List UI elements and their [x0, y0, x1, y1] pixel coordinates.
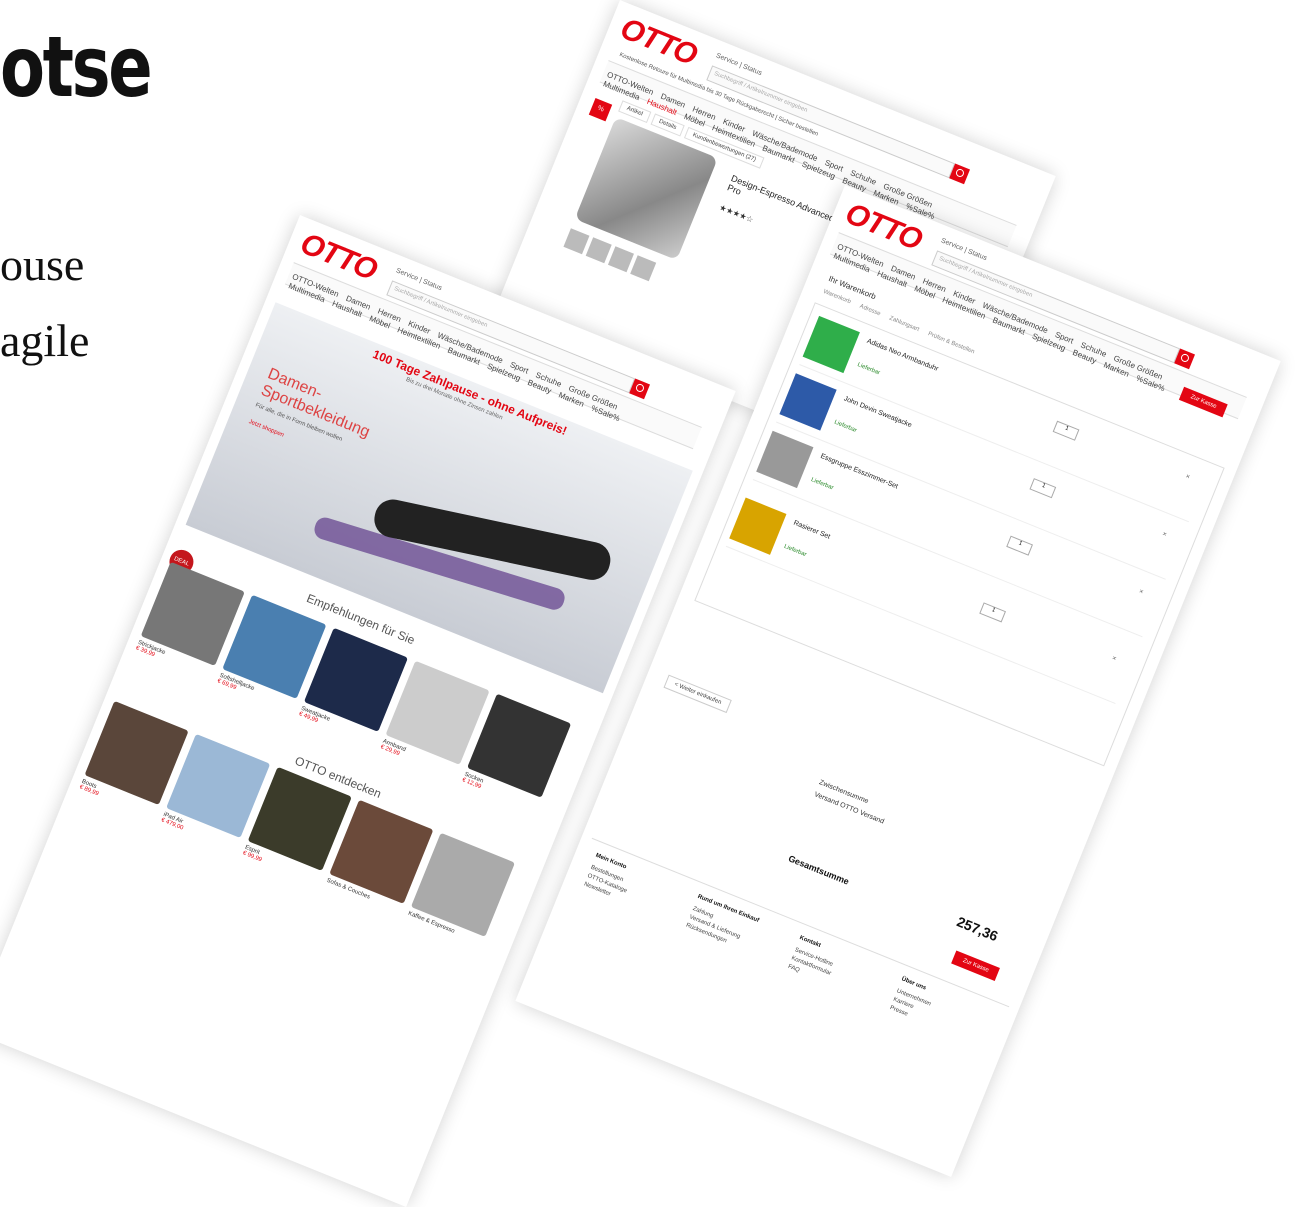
quantity-select[interactable]: 1: [1029, 478, 1057, 499]
step-payment: Zahlungsart: [888, 315, 920, 334]
quantity-select[interactable]: 1: [1052, 420, 1080, 441]
rating-stars: ★★★★☆: [718, 202, 755, 225]
total-label: Gesamtsumme: [786, 853, 851, 887]
screenshot-collage: OTTO Service | Status Suchbegriff / Arti…: [0, 0, 1295, 1207]
total-value: 257,36: [954, 913, 1001, 945]
item-stock: Lieferbar: [783, 543, 808, 559]
item-image[interactable]: [802, 315, 860, 374]
footer-column: Rund um Ihren Einkauf Zahlung Versand & …: [684, 893, 782, 964]
nav-item[interactable]: Möbel: [913, 284, 937, 301]
nav-item[interactable]: %Sale%: [590, 404, 621, 424]
thumbnail[interactable]: [607, 246, 634, 273]
item-image[interactable]: [729, 497, 787, 555]
nav-item[interactable]: Marken: [1102, 360, 1130, 378]
summary-value: [1041, 869, 1044, 875]
otto-logo[interactable]: OTTO: [615, 12, 701, 73]
nav-item[interactable]: Haushalt: [876, 269, 909, 289]
thumbnail[interactable]: [630, 255, 657, 282]
item-image[interactable]: [779, 373, 837, 431]
step-cart: Warenkorb: [822, 288, 852, 306]
footer-column: Über uns Unternehmen Karriere Presse: [888, 975, 986, 1046]
remove-icon[interactable]: ×: [1111, 655, 1117, 663]
footer-column: Kontakt Service-Hotline Kontaktformular …: [786, 934, 884, 1005]
item-name[interactable]: Adidas Neo Armbanduhr: [866, 338, 1017, 404]
footer-column: Mein Konto Bestellungen OTTO-Kataloge Ne…: [582, 852, 680, 923]
thumbnail[interactable]: [563, 228, 590, 255]
remove-icon[interactable]: ×: [1161, 531, 1167, 539]
quantity-select[interactable]: 1: [1006, 535, 1033, 556]
quantity-select[interactable]: 1: [979, 602, 1007, 623]
nav-item[interactable]: %Sale%: [1135, 374, 1166, 394]
summary-value: [1036, 881, 1039, 887]
thumbnail[interactable]: [585, 237, 612, 264]
item-image[interactable]: [756, 430, 814, 489]
hero-cta-link[interactable]: Jetzt shoppen: [248, 419, 285, 439]
item-stock: Lieferbar: [833, 419, 858, 434]
step-address: Adresse: [858, 303, 882, 318]
nav-item[interactable]: Haushalt: [331, 299, 364, 319]
nav-item[interactable]: Möbel: [368, 314, 392, 331]
search-icon: [634, 382, 646, 394]
home-page-screenshot: OTTO Service | Status Suchbegriff / Arti…: [0, 215, 736, 1207]
search-icon: [954, 167, 966, 179]
remove-icon[interactable]: ×: [1138, 588, 1144, 596]
search-icon: [1179, 352, 1191, 364]
item-stock: Lieferbar: [856, 362, 881, 377]
continue-shopping-button[interactable]: < Weiter einkaufen: [663, 674, 732, 714]
nav-item[interactable]: Marken: [557, 390, 585, 408]
nav-item[interactable]: Beauty: [526, 378, 552, 396]
item-stock: Lieferbar: [809, 476, 835, 492]
remove-icon[interactable]: ×: [1184, 473, 1190, 481]
sale-badge: %: [588, 97, 613, 122]
summary-row: Versand OTTO Versand: [813, 791, 1038, 887]
hero-title: Damen-Sportbekleidung: [258, 365, 373, 442]
page-footer: Mein Konto Bestellungen OTTO-Kataloge Ne…: [535, 837, 1010, 1147]
nav-item[interactable]: Beauty: [1071, 348, 1097, 366]
checkout-button-bottom[interactable]: Zur Kasse: [951, 950, 1001, 982]
summary-row: Zwischensumme: [818, 779, 1043, 875]
